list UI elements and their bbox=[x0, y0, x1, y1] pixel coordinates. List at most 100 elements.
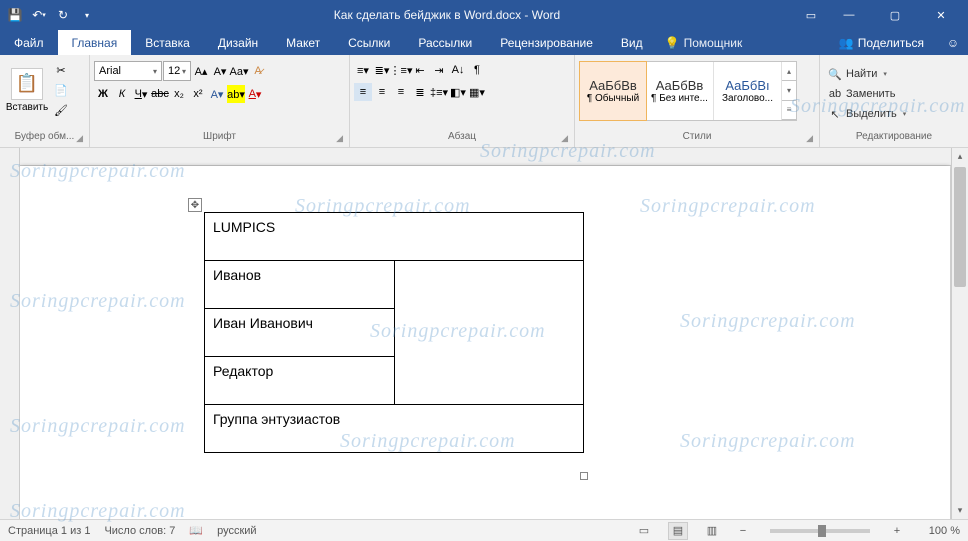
share-button[interactable]: 👥Поделиться bbox=[825, 30, 938, 55]
decrease-indent-icon[interactable]: ⇤ bbox=[411, 61, 429, 79]
tab-home[interactable]: Главная bbox=[58, 30, 132, 55]
styles-scroll[interactable]: ▴▾≡ bbox=[782, 62, 796, 120]
status-words[interactable]: Число слов: 7 bbox=[104, 525, 175, 537]
table-cell[interactable]: Иван Иванович bbox=[205, 309, 395, 357]
style-nospacing[interactable]: АаБбВв ¶ Без инте... bbox=[646, 62, 714, 120]
document-area: ✥ LUMPICS Иванов Иван Иванович Редактор … bbox=[0, 148, 968, 519]
sort-icon[interactable]: A↓ bbox=[449, 61, 467, 79]
save-icon[interactable]: 💾 bbox=[4, 4, 26, 26]
paste-button[interactable]: 📋 Вставить bbox=[4, 57, 50, 123]
paragraph-launcher-icon[interactable]: ◢ bbox=[561, 133, 568, 144]
maximize-button[interactable]: ▢ bbox=[872, 0, 918, 30]
increase-indent-icon[interactable]: ⇥ bbox=[430, 61, 448, 79]
horizontal-ruler[interactable] bbox=[20, 148, 951, 166]
view-read-icon[interactable]: ▭ bbox=[634, 522, 654, 540]
document-page[interactable]: ✥ LUMPICS Иванов Иван Иванович Редактор … bbox=[20, 166, 950, 519]
font-color-icon[interactable]: A▾ bbox=[246, 85, 264, 103]
underline-button[interactable]: Ч▾ bbox=[132, 85, 150, 103]
shrink-font-icon[interactable]: A▾ bbox=[211, 62, 229, 80]
superscript-button[interactable]: x² bbox=[189, 85, 207, 103]
close-button[interactable]: ✕ bbox=[918, 0, 964, 30]
italic-button[interactable]: К bbox=[113, 85, 131, 103]
align-left-icon[interactable]: ≡ bbox=[354, 83, 372, 101]
status-language[interactable]: русский bbox=[217, 525, 256, 537]
copy-icon[interactable]: 📄 bbox=[52, 81, 70, 99]
styles-gallery[interactable]: АаБбВв ¶ Обычный АаБбВв ¶ Без инте... Аа… bbox=[579, 61, 797, 121]
shading-icon[interactable]: ◧▾ bbox=[449, 83, 467, 101]
qat-customize-icon[interactable]: ▾ bbox=[76, 4, 98, 26]
strikethrough-button[interactable]: abc bbox=[151, 85, 169, 103]
table-cell[interactable]: Редактор bbox=[205, 357, 395, 405]
status-page[interactable]: Страница 1 из 1 bbox=[8, 525, 90, 537]
feedback-icon[interactable]: ☺ bbox=[938, 30, 968, 55]
show-marks-icon[interactable]: ¶ bbox=[468, 61, 486, 79]
tab-mailings[interactable]: Рассылки bbox=[404, 30, 486, 55]
share-icon: 👥 bbox=[839, 36, 854, 50]
undo-icon[interactable]: ↶▾ bbox=[28, 4, 50, 26]
highlight-icon[interactable]: ab▾ bbox=[227, 85, 245, 103]
clipboard-launcher-icon[interactable]: ◢ bbox=[76, 133, 83, 144]
tab-layout[interactable]: Макет bbox=[272, 30, 334, 55]
table-cell[interactable]: LUMPICS bbox=[205, 213, 584, 261]
view-web-icon[interactable]: ▥ bbox=[702, 522, 722, 540]
table-cell[interactable]: Иванов bbox=[205, 261, 395, 309]
table-cell[interactable] bbox=[394, 261, 584, 405]
scroll-up-icon[interactable]: ▴ bbox=[952, 148, 968, 165]
select-button[interactable]: ↖Выделить▾ bbox=[824, 104, 910, 124]
format-painter-icon[interactable]: 🖌 bbox=[52, 101, 70, 119]
zoom-out-button[interactable]: − bbox=[736, 525, 750, 537]
document-viewport[interactable]: ✥ LUMPICS Иванов Иван Иванович Редактор … bbox=[20, 148, 951, 519]
table-cell[interactable]: Группа энтузиастов bbox=[205, 405, 584, 453]
table-resize-handle-icon[interactable] bbox=[580, 472, 588, 480]
change-case-icon[interactable]: Aa▾ bbox=[230, 62, 248, 80]
paste-icon: 📋 bbox=[11, 68, 43, 100]
bullets-icon[interactable]: ≡▾ bbox=[354, 61, 372, 79]
minimize-button[interactable]: — bbox=[826, 0, 872, 30]
badge-table[interactable]: LUMPICS Иванов Иван Иванович Редактор Гр… bbox=[204, 212, 584, 453]
tab-file[interactable]: Файл bbox=[0, 30, 58, 55]
find-button[interactable]: 🔍Найти▾ bbox=[824, 64, 891, 84]
styles-launcher-icon[interactable]: ◢ bbox=[806, 133, 813, 144]
text-effects-icon[interactable]: A▾ bbox=[208, 85, 226, 103]
font-launcher-icon[interactable]: ◢ bbox=[336, 133, 343, 144]
zoom-slider[interactable] bbox=[770, 529, 870, 533]
replace-icon: ab bbox=[828, 87, 842, 101]
scroll-thumb[interactable] bbox=[954, 167, 966, 287]
view-print-icon[interactable]: ▤ bbox=[668, 522, 688, 540]
justify-icon[interactable]: ≣ bbox=[411, 83, 429, 101]
grow-font-icon[interactable]: A▴ bbox=[192, 62, 210, 80]
numbering-icon[interactable]: ≣▾ bbox=[373, 61, 391, 79]
vertical-scrollbar[interactable]: ▴ ▾ bbox=[951, 148, 968, 519]
multilevel-icon[interactable]: ⋮≡▾ bbox=[392, 61, 410, 79]
tell-me[interactable]: 💡Помощник bbox=[665, 30, 825, 55]
bold-button[interactable]: Ж bbox=[94, 85, 112, 103]
zoom-in-button[interactable]: + bbox=[890, 525, 904, 537]
proofing-icon[interactable]: 📖 bbox=[189, 524, 203, 537]
subscript-button[interactable]: x₂ bbox=[170, 85, 188, 103]
font-size-combo[interactable]: 12▾ bbox=[163, 61, 191, 81]
style-heading1[interactable]: АаБбВı Заголово... bbox=[714, 62, 782, 120]
ribbon-options-icon[interactable]: ▭ bbox=[796, 0, 826, 30]
status-bar: Страница 1 из 1 Число слов: 7 📖 русский … bbox=[0, 519, 968, 541]
borders-icon[interactable]: ▦▾ bbox=[468, 83, 486, 101]
redo-icon[interactable]: ↻ bbox=[52, 4, 74, 26]
line-spacing-icon[interactable]: ‡≡▾ bbox=[430, 83, 448, 101]
zoom-thumb[interactable] bbox=[818, 525, 826, 537]
tab-review[interactable]: Рецензирование bbox=[486, 30, 607, 55]
tab-view[interactable]: Вид bbox=[607, 30, 657, 55]
replace-button[interactable]: abЗаменить bbox=[824, 84, 899, 104]
align-center-icon[interactable]: ≡ bbox=[373, 83, 391, 101]
tab-insert[interactable]: Вставка bbox=[131, 30, 204, 55]
scroll-down-icon[interactable]: ▾ bbox=[952, 502, 968, 519]
window-controls: ▭ — ▢ ✕ bbox=[796, 0, 964, 30]
vertical-ruler[interactable] bbox=[0, 148, 20, 519]
cut-icon[interactable]: ✂ bbox=[52, 61, 70, 79]
align-right-icon[interactable]: ≡ bbox=[392, 83, 410, 101]
tab-design[interactable]: Дизайн bbox=[204, 30, 272, 55]
font-name-combo[interactable]: Arial▾ bbox=[94, 61, 162, 81]
clear-formatting-icon[interactable]: A̷ bbox=[249, 62, 267, 80]
tab-references[interactable]: Ссылки bbox=[334, 30, 404, 55]
zoom-level[interactable]: 100 % bbox=[918, 525, 960, 537]
style-normal[interactable]: АаБбВв ¶ Обычный bbox=[579, 61, 647, 121]
table-move-handle-icon[interactable]: ✥ bbox=[188, 198, 202, 212]
